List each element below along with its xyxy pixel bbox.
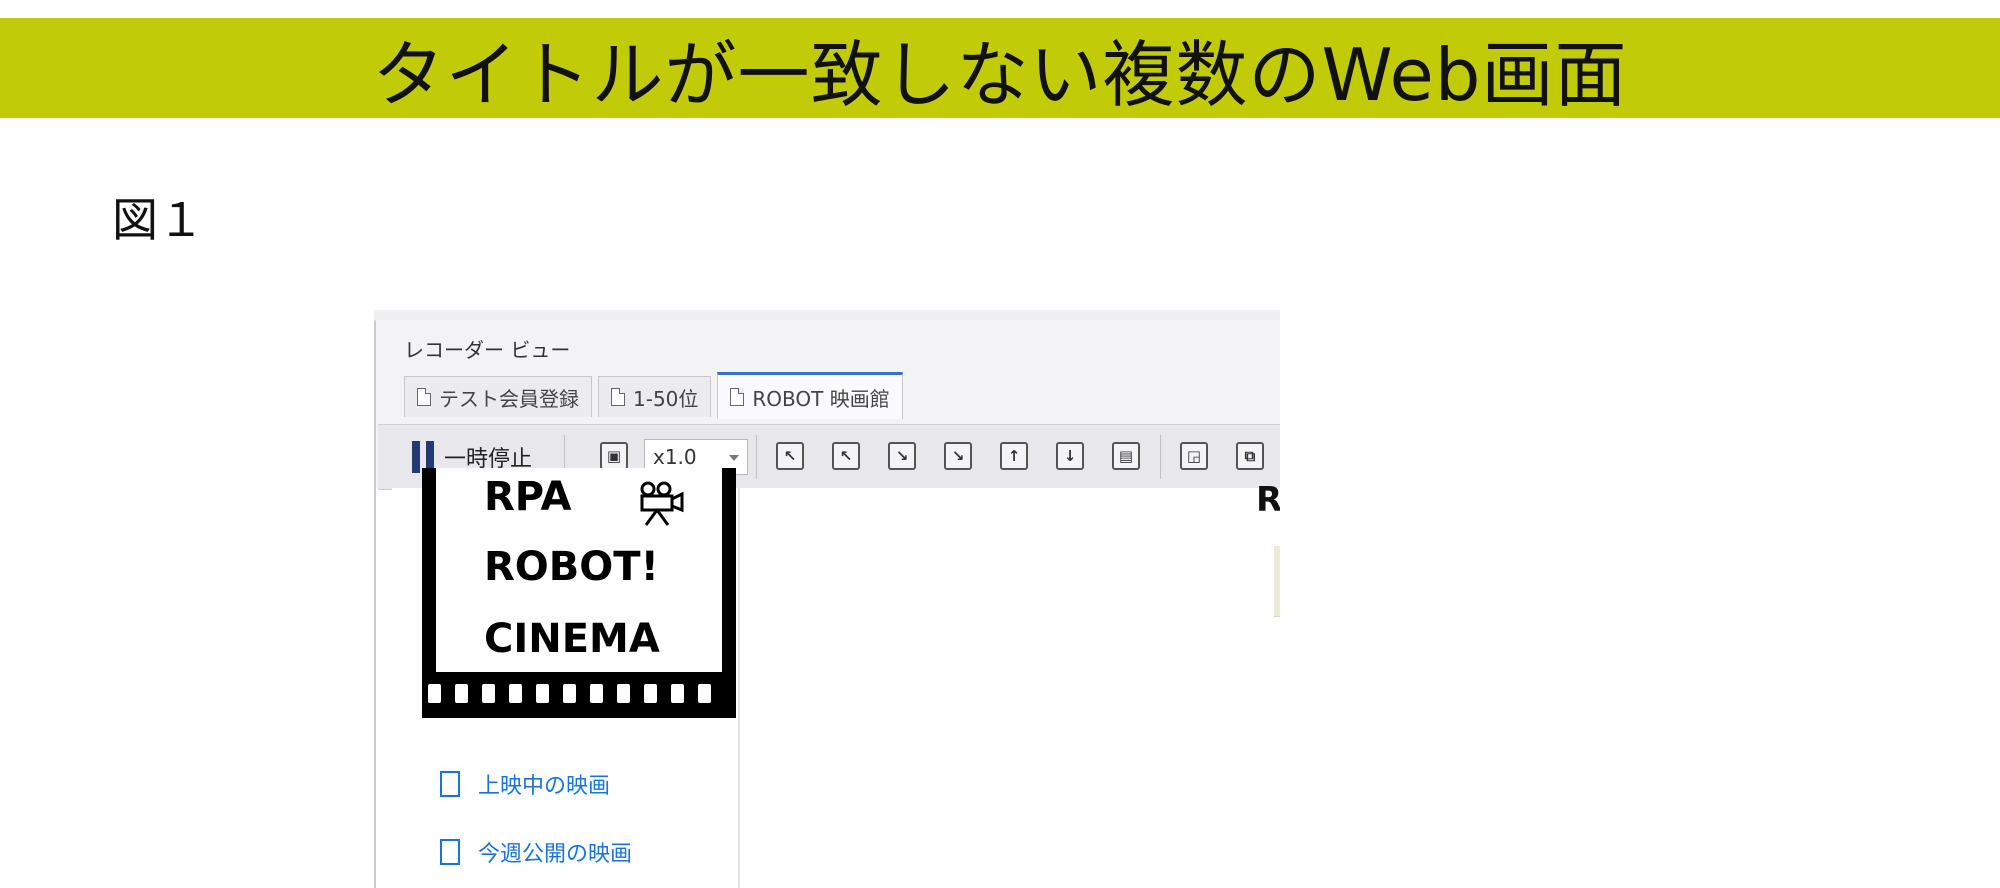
recorder-view-title: レコーダー ビュー bbox=[404, 338, 571, 362]
page-icon[interactable]: ▤ bbox=[1112, 442, 1140, 470]
tab-robot-cinema[interactable]: ROBOT 映画館 bbox=[717, 372, 903, 419]
figure-label: 図１ bbox=[112, 193, 204, 247]
screen-capture-icon[interactable]: ▣ bbox=[600, 442, 628, 470]
nav-label: 今週公開の映画 bbox=[478, 842, 633, 867]
page-link-icon bbox=[440, 839, 460, 865]
move-top-left-icon[interactable]: ↖ bbox=[776, 442, 804, 470]
content-heading-fragment: R bbox=[1256, 480, 1280, 520]
slide-title-band: タイトルが一致しない複数のWeb画面 bbox=[0, 18, 2000, 118]
chevron-down-icon bbox=[729, 455, 739, 461]
tab-test-member-registration[interactable]: テスト会員登録 bbox=[404, 376, 592, 417]
move-bottom-right-icon[interactable]: ↘ bbox=[944, 442, 972, 470]
toolbar-separator bbox=[756, 435, 757, 479]
window-capture-icon[interactable]: ◲ bbox=[1180, 442, 1208, 470]
film-strip-holes bbox=[428, 684, 711, 703]
robot-cinema-logo: RPA ROBOT! CINEMA bbox=[422, 468, 736, 718]
nav-label: 上映中の映画 bbox=[478, 774, 611, 799]
recorder-panel: レコーダー ビュー テスト会員登録 1-50位 ROBOT 映画館 一時停止 ▣ bbox=[376, 320, 1280, 490]
logo-line-cinema: CINEMA bbox=[484, 616, 660, 662]
arrow-up-icon[interactable]: ↑ bbox=[1000, 442, 1028, 470]
tab-label: テスト会員登録 bbox=[439, 386, 579, 411]
logo-line-rpa: RPA bbox=[484, 474, 572, 520]
nav-item-this-week[interactable]: 今週公開の映画 bbox=[440, 836, 632, 868]
arrow-down-right-icon[interactable]: ↘ bbox=[888, 442, 916, 470]
tab-label: ROBOT 映画館 bbox=[752, 386, 890, 411]
document-icon bbox=[730, 388, 745, 406]
speed-value: x1.0 bbox=[653, 445, 697, 469]
toolbar-separator bbox=[1160, 435, 1161, 479]
movie-camera-icon bbox=[640, 481, 684, 526]
logo-line-robot: ROBOT! bbox=[484, 544, 659, 590]
document-icon bbox=[611, 388, 625, 406]
document-icon bbox=[417, 388, 431, 406]
content-header-bar bbox=[1274, 546, 1280, 617]
cinema-sidebar: RPA ROBOT! CINEMA 上映中の映画 今週公開の映画 bbox=[392, 468, 740, 888]
arrow-up-left-icon[interactable]: ↖ bbox=[832, 442, 860, 470]
nav-item-now-showing[interactable]: 上映中の映画 bbox=[440, 768, 610, 800]
page-link-icon bbox=[440, 771, 460, 797]
tab-label: 1-50位 bbox=[633, 386, 699, 411]
tab-rank-1-50[interactable]: 1-50位 bbox=[598, 376, 712, 417]
recorder-tabs: テスト会員登録 1-50位 ROBOT 映画館 bbox=[404, 372, 903, 419]
recorded-web-page: RPA ROBOT! CINEMA 上映中の映画 今週公開の映画 R bbox=[392, 468, 1280, 888]
arrow-down-icon[interactable]: ↓ bbox=[1056, 442, 1084, 470]
recorder-screenshot: レコーダー ビュー テスト会員登録 1-50位 ROBOT 映画館 一時停止 ▣ bbox=[374, 310, 1280, 888]
window-switch-icon[interactable]: ⧉ bbox=[1236, 442, 1264, 470]
slide-title: タイトルが一致しない複数のWeb画面 bbox=[372, 32, 1628, 117]
